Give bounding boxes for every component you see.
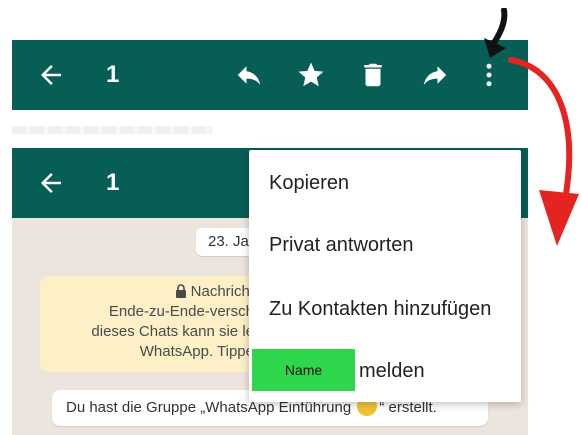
- encryption-line-1: Nachricht: [40, 282, 254, 302]
- red-curved-arrow-icon: [508, 57, 579, 246]
- star-icon[interactable]: [296, 60, 326, 90]
- menu-item-copy[interactable]: Kopieren: [249, 155, 521, 211]
- name-redaction-label: Name: [252, 349, 355, 391]
- encryption-line-3: dieses Chats kann sie le: [91, 323, 254, 340]
- encryption-notice[interactable]: Nachricht Ende-zu-Ende-versch dieses Cha…: [40, 276, 260, 372]
- encryption-text: Nachricht: [190, 283, 254, 300]
- blurred-divider: [12, 126, 212, 134]
- selected-count: 1: [106, 169, 120, 196]
- lock-icon: [175, 284, 186, 298]
- reply-icon[interactable]: [234, 60, 264, 90]
- menu-item-add-to-contacts[interactable]: Zu Kontakten hinzufügen: [249, 281, 521, 337]
- report-label: melden: [359, 360, 425, 382]
- selected-count: 1: [106, 61, 120, 88]
- trash-icon[interactable]: [358, 60, 388, 90]
- encryption-line-4: WhatsApp. Tippe: [139, 343, 254, 360]
- back-arrow-icon[interactable]: [36, 168, 66, 198]
- encryption-line-2: Ende-zu-Ende-versch: [108, 303, 254, 320]
- menu-item-reply-privately[interactable]: Privat antworten: [249, 217, 521, 273]
- forward-icon[interactable]: [420, 60, 450, 90]
- more-vertical-icon[interactable]: [474, 60, 504, 90]
- top-selection-toolbar: 1: [12, 40, 528, 110]
- back-arrow-icon[interactable]: [36, 60, 66, 90]
